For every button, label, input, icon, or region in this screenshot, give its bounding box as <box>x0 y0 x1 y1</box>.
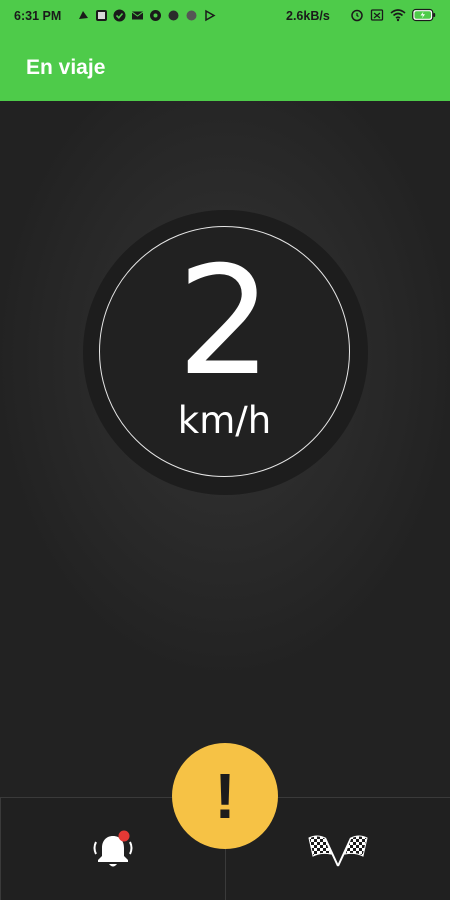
trip-screen: 6:31 PM 2.6kB/s En viaje 2 km/h ! <box>0 0 450 900</box>
mail-icon <box>131 9 144 22</box>
check-icon <box>113 9 126 22</box>
gallery-icon <box>95 9 108 22</box>
notification-badge <box>118 830 130 842</box>
dot-icon <box>167 9 180 22</box>
speed-value: 2 <box>176 235 273 409</box>
bell-icon <box>90 830 136 877</box>
dot-icon <box>185 9 198 22</box>
alarm-icon <box>350 8 364 25</box>
wifi-icon <box>390 8 406 25</box>
settings-icon <box>149 9 162 22</box>
play-icon <box>203 9 216 22</box>
sim-icon <box>370 8 384 25</box>
app-bar: En viaje <box>0 33 450 101</box>
page-title: En viaje <box>26 56 106 79</box>
status-time: 6:31 PM <box>14 9 62 23</box>
battery-icon <box>412 8 436 25</box>
alert-button[interactable]: ! <box>172 743 278 849</box>
system-icons <box>350 8 436 25</box>
speedometer-dial: 2 km/h <box>99 226 350 477</box>
notification-icon <box>77 9 90 22</box>
checkered-flags-icon <box>305 830 371 875</box>
exclamation-icon: ! <box>214 760 236 832</box>
notification-icons <box>77 9 216 22</box>
network-speed: 2.6kB/s <box>286 9 330 23</box>
speedometer: 2 km/h <box>83 210 368 495</box>
status-bar: 6:31 PM 2.6kB/s <box>0 0 450 33</box>
speed-unit: km/h <box>177 399 272 442</box>
